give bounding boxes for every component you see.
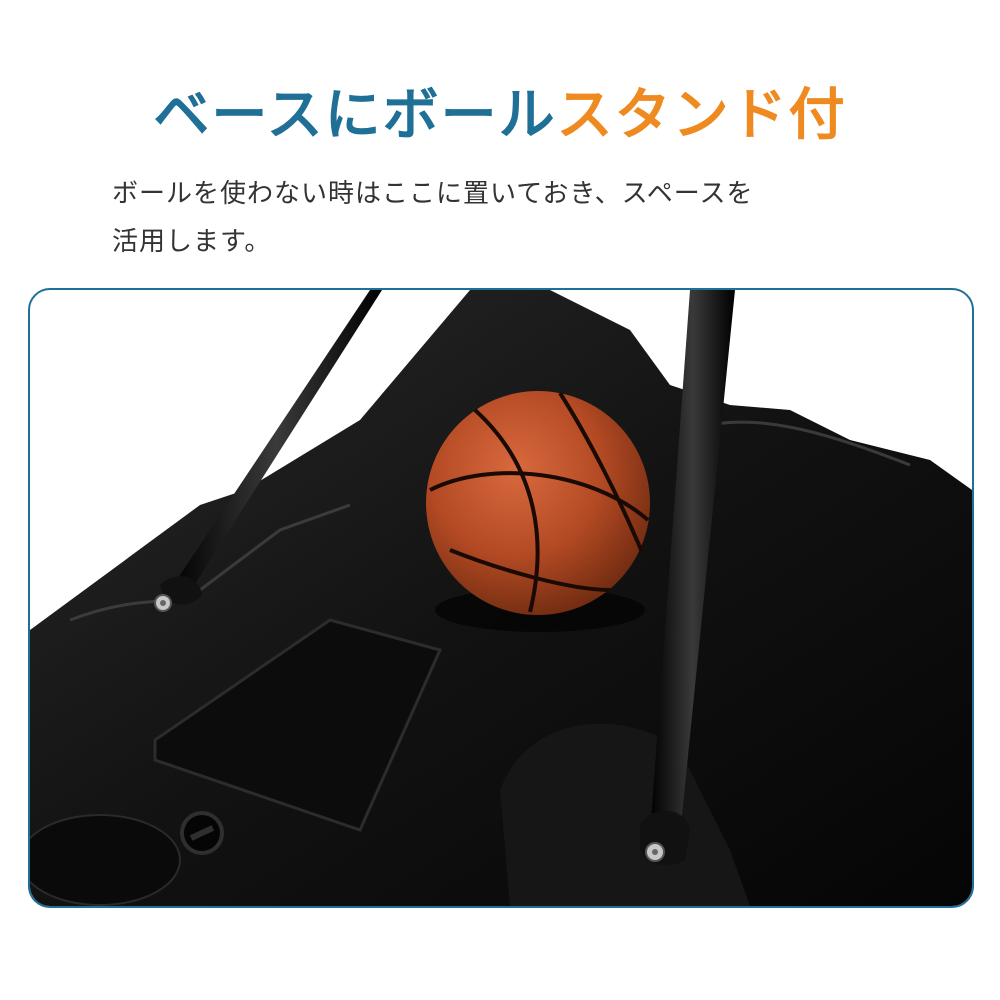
headline-part-blue: ベースにボール — [153, 83, 557, 148]
description-line-2: 活用します。 — [112, 227, 272, 257]
basketball — [426, 391, 650, 615]
headline: ベースにボールスタンド付 — [0, 80, 1000, 152]
product-photo — [28, 288, 974, 908]
description-line-1: ボールを使わない時はここに置いておき、スペースを — [112, 179, 754, 209]
description: ボールを使わない時はここに置いておき、スペースを 活用します。 — [112, 170, 912, 266]
headline-part-orange: スタンド付 — [556, 83, 847, 148]
basketball-stand-base-illustration — [30, 290, 972, 906]
